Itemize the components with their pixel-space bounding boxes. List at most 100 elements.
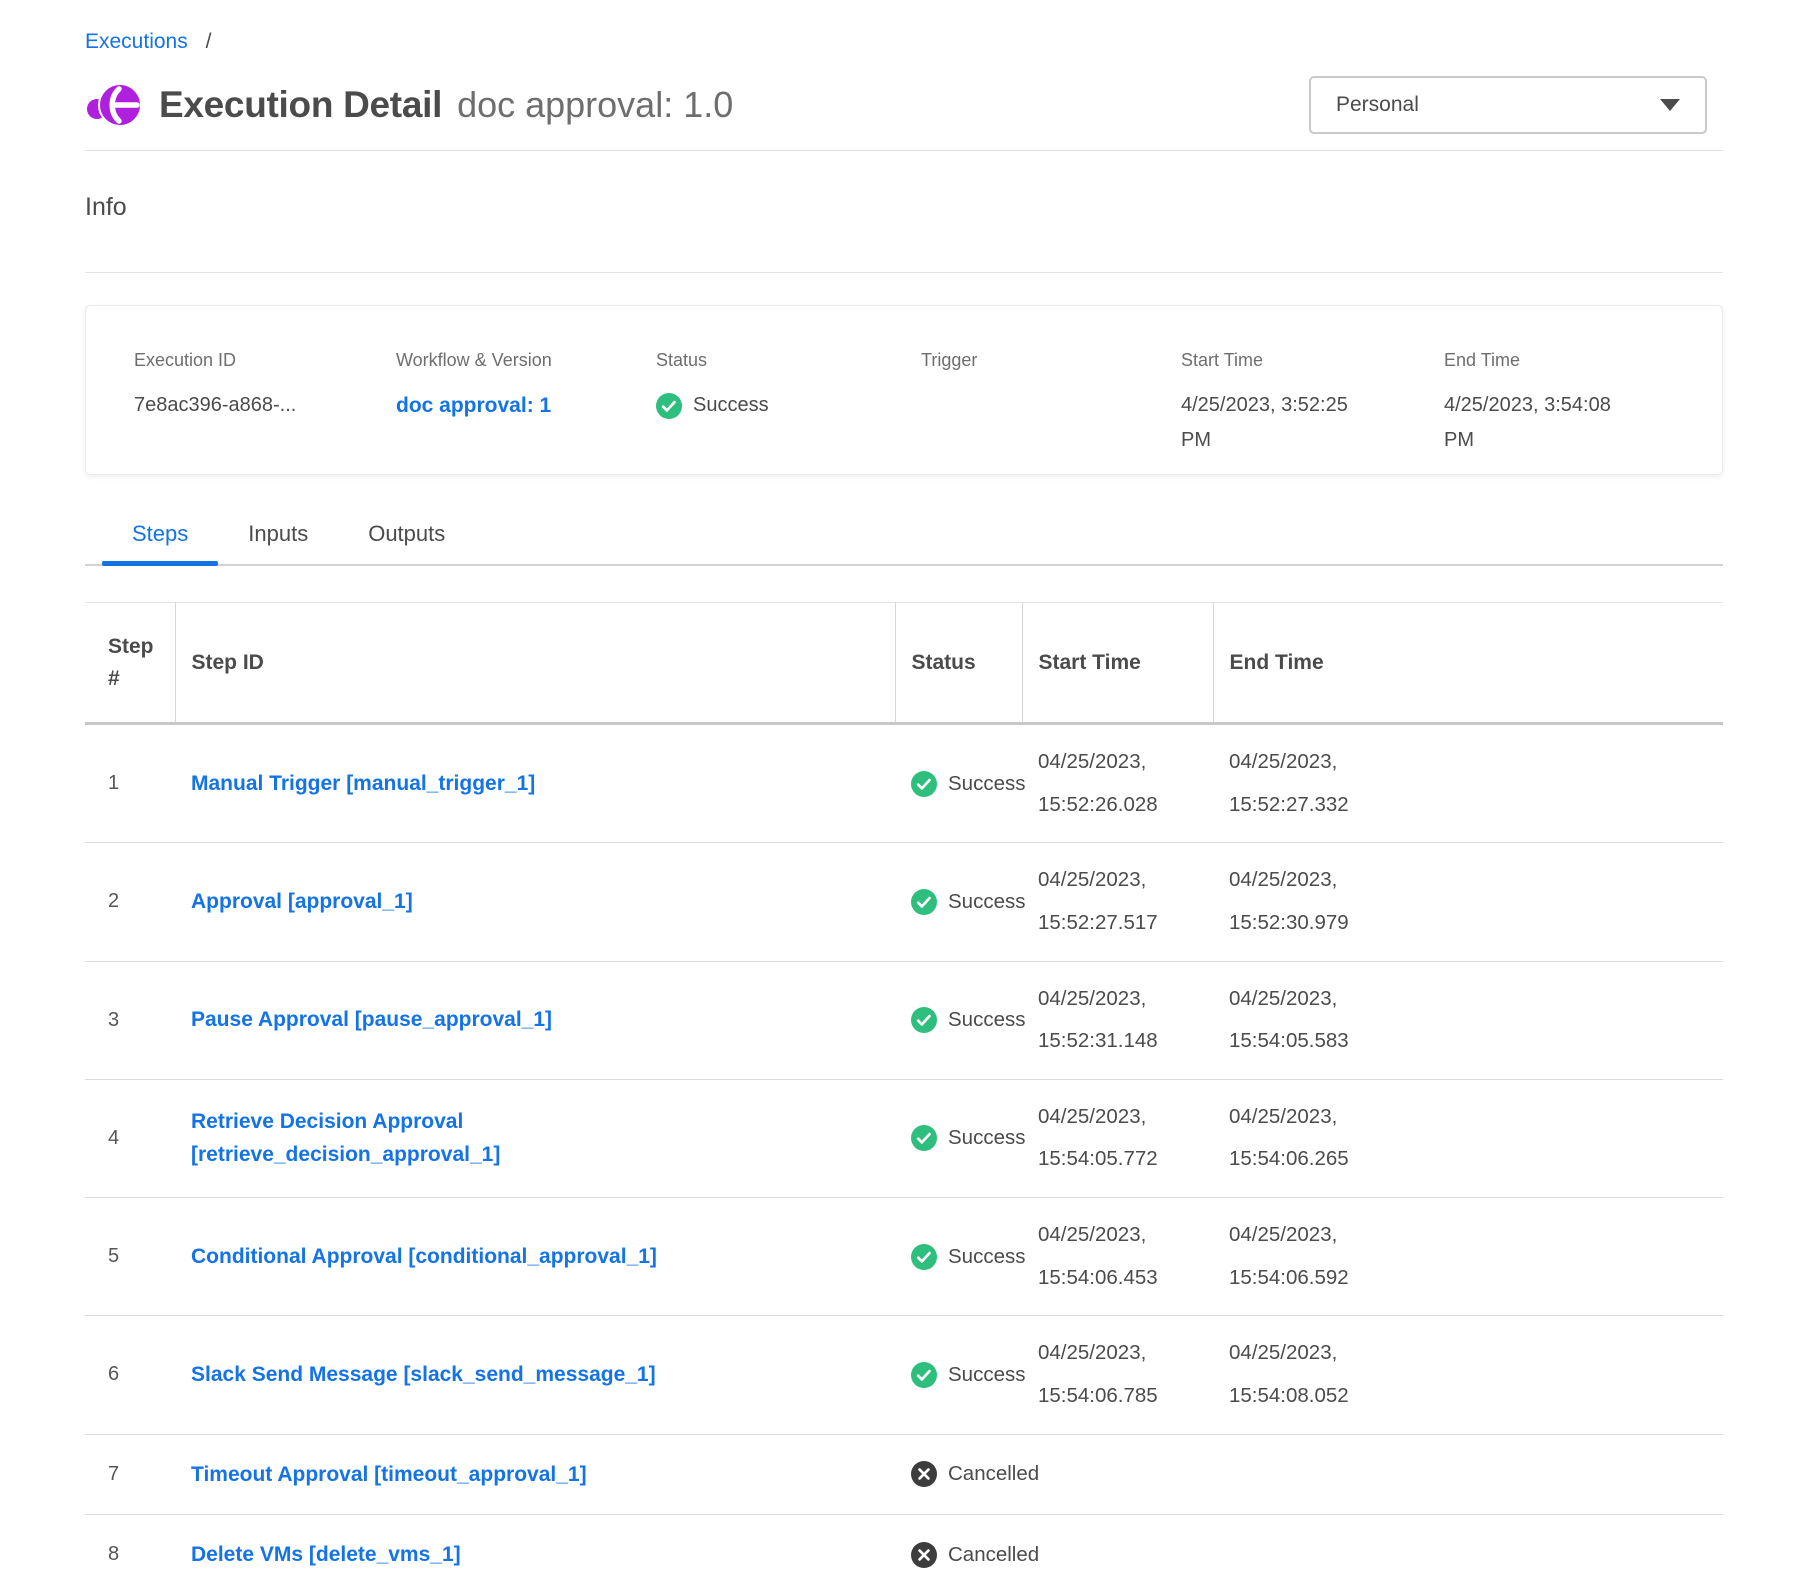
start-time-text: 15:52:31.148 bbox=[1038, 1020, 1203, 1063]
start-date-text: 04/25/2023, bbox=[1038, 1096, 1203, 1139]
step-table-row: 5 Conditional Approval [conditional_appr… bbox=[85, 1198, 1723, 1316]
column-header-status: Status bbox=[895, 603, 1022, 724]
start-time-text: 15:54:06.785 bbox=[1038, 1375, 1203, 1418]
start-time-cell: 04/25/2023, 15:54:05.772 bbox=[1022, 1079, 1213, 1197]
info-field-label: Status bbox=[656, 350, 921, 371]
execution-detail-page: Executions / Execution Detail doc approv… bbox=[85, 0, 1723, 1582]
steps-table: Step #Step IDStatusStart TimeEnd Time 1 … bbox=[85, 602, 1723, 1582]
start-date-text: 04/25/2023, bbox=[1038, 859, 1203, 902]
check-circle-icon bbox=[911, 1362, 937, 1388]
start-time-text: 15:52:26.028 bbox=[1038, 784, 1203, 827]
title-row: Execution Detail doc approval: 1.0 Perso… bbox=[85, 74, 1723, 136]
status-cell: Success bbox=[895, 1316, 1022, 1434]
step-number-cell: 3 bbox=[85, 961, 175, 1079]
step-id-link[interactable]: Pause Approval [pause_approval_1] bbox=[191, 1003, 552, 1037]
tab-steps[interactable]: Steps bbox=[102, 521, 218, 564]
workflow-version-link[interactable]: doc approval: 1 bbox=[396, 394, 551, 417]
info-field-value: 7e8ac396-a868-... bbox=[134, 388, 316, 423]
info-field-label: Execution ID bbox=[134, 350, 396, 371]
info-field: Execution ID 7e8ac396-a868-... bbox=[134, 350, 396, 474]
page-subtitle: doc approval: 1.0 bbox=[457, 84, 733, 126]
column-header-end-time: End Time bbox=[1213, 603, 1723, 724]
end-time-text: 15:52:30.979 bbox=[1229, 902, 1713, 945]
tab-outputs[interactable]: Outputs bbox=[338, 521, 475, 564]
end-date-text: 04/25/2023, bbox=[1229, 1096, 1713, 1139]
step-id-cell: Manual Trigger [manual_trigger_1] bbox=[175, 724, 895, 843]
step-number-cell: 6 bbox=[85, 1316, 175, 1434]
start-time-cell: 04/25/2023, 15:52:31.148 bbox=[1022, 961, 1213, 1079]
start-date-text: 04/25/2023, bbox=[1038, 741, 1203, 784]
step-id-link[interactable]: Timeout Approval [timeout_approval_1] bbox=[191, 1458, 587, 1492]
step-id-cell: Pause Approval [pause_approval_1] bbox=[175, 961, 895, 1079]
breadcrumb-executions-link[interactable]: Executions bbox=[85, 30, 188, 53]
end-date-text: 04/25/2023, bbox=[1229, 741, 1713, 784]
info-field-label: End Time bbox=[1444, 350, 1626, 371]
end-time-cell: 04/25/2023, 15:54:06.592 bbox=[1213, 1198, 1723, 1316]
end-time-cell: 04/25/2023, 15:54:05.583 bbox=[1213, 961, 1723, 1079]
info-field-value: 4/25/2023, 3:54:08 PM bbox=[1444, 388, 1626, 458]
info-field-label: Trigger bbox=[921, 350, 1181, 371]
status-cell: Cancelled bbox=[895, 1515, 1022, 1582]
step-id-link[interactable]: Manual Trigger [manual_trigger_1] bbox=[191, 767, 535, 801]
check-circle-icon bbox=[911, 1244, 937, 1270]
info-section-title: Info bbox=[85, 193, 1723, 222]
status-cell: Success bbox=[895, 961, 1022, 1079]
breadcrumb: Executions / bbox=[85, 0, 1723, 54]
step-id-link[interactable]: Approval [approval_1] bbox=[191, 885, 413, 919]
step-id-link[interactable]: Conditional Approval [conditional_approv… bbox=[191, 1240, 657, 1274]
step-table-row: 2 Approval [approval_1] Success 04/25/20… bbox=[85, 843, 1723, 961]
end-date-text: 04/25/2023, bbox=[1229, 859, 1713, 902]
column-header-step: Step # bbox=[85, 603, 175, 724]
start-date-text: 04/25/2023, bbox=[1038, 1214, 1203, 1257]
status-cell: Success bbox=[895, 724, 1022, 843]
start-date-text: 04/25/2023, bbox=[1038, 978, 1203, 1021]
end-time-text: 15:52:27.332 bbox=[1229, 784, 1713, 827]
step-id-link[interactable]: Delete VMs [delete_vms_1] bbox=[191, 1538, 461, 1572]
step-id-link[interactable]: Slack Send Message [slack_send_message_1… bbox=[191, 1358, 656, 1392]
step-id-cell: Timeout Approval [timeout_approval_1] bbox=[175, 1434, 895, 1515]
workspace-dropdown-value: Personal bbox=[1336, 93, 1419, 117]
end-date-text: 04/25/2023, bbox=[1229, 978, 1713, 1021]
end-time-cell: 04/25/2023, 15:54:06.265 bbox=[1213, 1079, 1723, 1197]
step-number-cell: 2 bbox=[85, 843, 175, 961]
step-table-row: 3 Pause Approval [pause_approval_1] Succ… bbox=[85, 961, 1723, 1079]
end-time-text: 15:54:05.583 bbox=[1229, 1020, 1713, 1063]
start-time-text: 15:52:27.517 bbox=[1038, 902, 1203, 945]
step-table-row: 7 Timeout Approval [timeout_approval_1] … bbox=[85, 1434, 1723, 1515]
x-circle-icon bbox=[911, 1542, 937, 1568]
start-time-cell: 04/25/2023, 15:54:06.785 bbox=[1022, 1316, 1213, 1434]
status-cell: Success bbox=[895, 1079, 1022, 1197]
column-header-start-time: Start Time bbox=[1022, 603, 1213, 724]
step-id-cell: Delete VMs [delete_vms_1] bbox=[175, 1515, 895, 1582]
status-text: Success bbox=[948, 1008, 1025, 1032]
start-date-text: 04/25/2023, bbox=[1038, 1332, 1203, 1375]
status-text: Cancelled bbox=[948, 1543, 1039, 1567]
status-text: Success bbox=[948, 890, 1025, 914]
page-title: Execution Detail bbox=[159, 84, 442, 126]
status-text: Success bbox=[948, 1363, 1025, 1387]
step-table-row: 6 Slack Send Message [slack_send_message… bbox=[85, 1316, 1723, 1434]
workspace-dropdown[interactable]: Personal bbox=[1309, 76, 1707, 134]
end-time-cell bbox=[1213, 1515, 1723, 1582]
check-circle-icon bbox=[911, 1125, 937, 1151]
info-field: End Time 4/25/2023, 3:54:08 PM bbox=[1444, 350, 1626, 474]
end-time-cell: 04/25/2023, 15:52:30.979 bbox=[1213, 843, 1723, 961]
status-text: Success bbox=[948, 1126, 1025, 1150]
info-field-label: Start Time bbox=[1181, 350, 1444, 371]
tab-inputs[interactable]: Inputs bbox=[218, 521, 338, 564]
divider bbox=[85, 272, 1723, 273]
tab-bar: Steps Inputs Outputs bbox=[85, 521, 1723, 566]
step-number-cell: 8 bbox=[85, 1515, 175, 1582]
info-card: Execution ID 7e8ac396-a868-... Workflow … bbox=[85, 305, 1723, 475]
step-number-cell: 7 bbox=[85, 1434, 175, 1515]
step-table-row: 4 Retrieve Decision Approval [retrieve_d… bbox=[85, 1079, 1723, 1197]
info-field-value: Success bbox=[656, 388, 838, 423]
check-circle-icon bbox=[911, 771, 937, 797]
end-date-text: 04/25/2023, bbox=[1229, 1214, 1713, 1257]
end-time-text: 15:54:08.052 bbox=[1229, 1375, 1713, 1418]
column-header-step-id: Step ID bbox=[175, 603, 895, 724]
info-field-value: doc approval: 1 bbox=[396, 388, 578, 425]
status-cell: Success bbox=[895, 1198, 1022, 1316]
step-id-link[interactable]: Retrieve Decision Approval [retrieve_dec… bbox=[191, 1105, 711, 1172]
start-time-cell bbox=[1022, 1515, 1213, 1582]
